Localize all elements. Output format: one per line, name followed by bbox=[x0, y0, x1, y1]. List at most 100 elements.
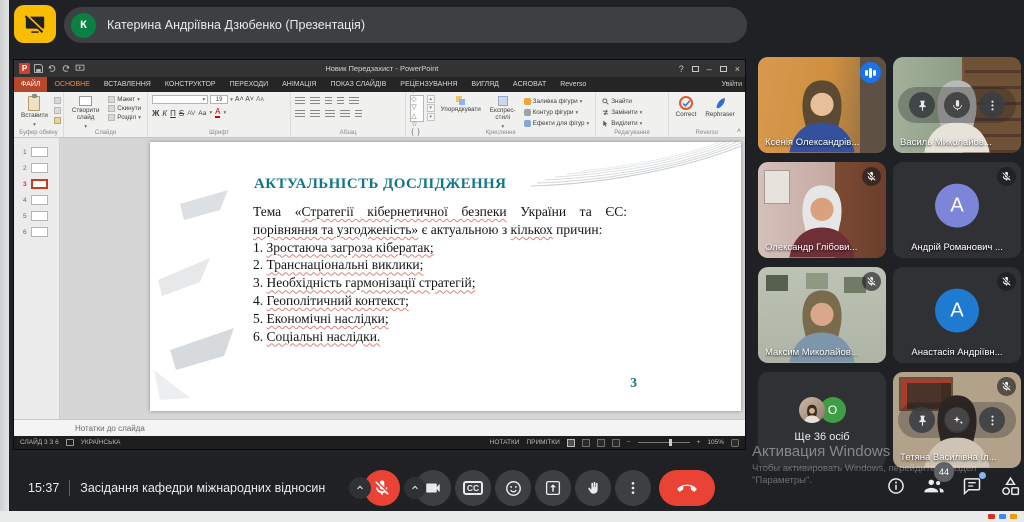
tab-slideshow[interactable]: ПОКАЗ СЛАЙДІВ bbox=[324, 77, 394, 92]
tab-transitions[interactable]: ПЕРЕХОДИ bbox=[223, 77, 276, 92]
bold-button[interactable]: Ж bbox=[152, 109, 159, 118]
slideshow-view-icon[interactable] bbox=[612, 439, 620, 447]
participant-tile-tetiana[interactable]: Тетяна Василівна Іл... bbox=[893, 372, 1021, 468]
arrange-button[interactable]: Упорядкувати bbox=[438, 95, 484, 115]
tab-design[interactable]: КОНСТРУКТОР bbox=[158, 77, 223, 92]
slide-thumbnail-4[interactable]: 4 bbox=[14, 192, 59, 208]
shapes-scroll[interactable]: ▴▾▾ bbox=[427, 95, 435, 121]
more-participants-tile[interactable]: О Ще 36 осіб bbox=[758, 372, 886, 468]
chat-panel-button[interactable] bbox=[960, 474, 984, 498]
redo-icon[interactable] bbox=[61, 64, 71, 73]
more-options-icon[interactable] bbox=[979, 407, 1005, 433]
increase-indent-icon[interactable] bbox=[337, 97, 344, 105]
font-size-input[interactable]: 19 bbox=[210, 95, 228, 104]
align-center-icon[interactable] bbox=[310, 110, 320, 118]
numbering-icon[interactable] bbox=[310, 97, 320, 105]
participant-tile-kseniia[interactable]: Ксенія Олександрів... bbox=[758, 57, 886, 153]
slide-thumbnail-2[interactable]: 2 bbox=[14, 160, 59, 176]
columns-icon[interactable] bbox=[355, 110, 362, 118]
participant-tile-vasyl[interactable]: Василь Миколайов... bbox=[893, 57, 1021, 153]
notes-pane[interactable]: Нотатки до слайда bbox=[14, 419, 745, 436]
strikethrough-button[interactable]: S bbox=[179, 109, 184, 118]
effects-icon[interactable] bbox=[944, 407, 970, 433]
decrease-indent-icon[interactable] bbox=[325, 97, 332, 105]
reactions-button[interactable] bbox=[495, 470, 531, 506]
italic-button[interactable]: К bbox=[162, 109, 167, 118]
cut-icon[interactable] bbox=[54, 97, 61, 104]
close-icon[interactable]: × bbox=[735, 64, 740, 74]
participant-tile-andrii[interactable]: А Андрій Романович ... bbox=[893, 162, 1021, 258]
spellcheck-icon[interactable] bbox=[66, 439, 74, 446]
shape-effects-button[interactable]: Ефекти для фігур▾ bbox=[522, 119, 592, 128]
paste-button[interactable]: Вставити▾ bbox=[18, 95, 51, 129]
slide-thumbnail-6[interactable]: 6 bbox=[14, 224, 59, 240]
zoom-in-icon[interactable]: + bbox=[697, 439, 701, 446]
tab-view[interactable]: ВИГЛЯД bbox=[464, 77, 506, 92]
quick-access-toolbar[interactable]: P bbox=[19, 63, 85, 74]
zoom-slider[interactable] bbox=[638, 442, 690, 443]
minimize-icon[interactable]: – bbox=[707, 64, 712, 74]
tab-insert[interactable]: ВСТАВЛЕННЯ bbox=[97, 77, 158, 92]
tab-animations[interactable]: АНІМАЦІЯ bbox=[275, 77, 323, 92]
captions-button[interactable]: CC bbox=[455, 470, 491, 506]
ribbon-display-options-icon[interactable] bbox=[692, 66, 699, 72]
tab-reverso[interactable]: Reverso bbox=[553, 77, 593, 92]
collapse-ribbon-icon[interactable]: ˄ bbox=[737, 128, 741, 135]
present-button[interactable] bbox=[535, 470, 571, 506]
leave-call-button[interactable] bbox=[659, 470, 715, 506]
section-button[interactable]: Розділ▾ bbox=[106, 113, 143, 122]
copy-icon[interactable] bbox=[54, 107, 61, 114]
align-left-icon[interactable] bbox=[295, 110, 305, 118]
fit-to-window-icon[interactable] bbox=[731, 439, 739, 447]
raise-hand-button[interactable] bbox=[575, 470, 611, 506]
slide-sorter-view-icon[interactable] bbox=[582, 439, 590, 447]
align-right-icon[interactable] bbox=[325, 110, 335, 118]
mic-options-chevron[interactable] bbox=[349, 477, 371, 499]
shape-outline-button[interactable]: Контур фігури▾ bbox=[522, 108, 592, 117]
slide-canvas[interactable]: АКТУАЛЬНІСТЬ ДОСЛІДЖЕННЯ Тема «Стратегії… bbox=[60, 138, 745, 419]
select-button[interactable]: Виділити▾ bbox=[600, 119, 644, 128]
notes-toggle[interactable]: НОТАТКИ bbox=[490, 439, 520, 446]
layout-button[interactable]: Макет▾ bbox=[106, 95, 143, 104]
comments-toggle[interactable]: ПРИМІТКИ bbox=[526, 439, 559, 446]
slide-thumbnail-1[interactable]: 1 bbox=[14, 144, 59, 160]
activities-button[interactable] bbox=[998, 474, 1022, 498]
format-painter-icon[interactable] bbox=[54, 117, 61, 124]
reset-button[interactable]: Скинути bbox=[106, 104, 143, 113]
correct-button[interactable]: Correct bbox=[673, 95, 700, 120]
justify-icon[interactable] bbox=[340, 110, 350, 118]
meeting-details-button[interactable] bbox=[884, 474, 908, 498]
slide[interactable]: АКТУАЛЬНІСТЬ ДОСЛІДЖЕННЯ Тема «Стратегії… bbox=[150, 142, 741, 411]
bullets-icon[interactable] bbox=[295, 97, 305, 105]
shape-fill-button[interactable]: Заливка фігури▾ bbox=[522, 97, 592, 106]
presenter-pill[interactable]: К Катерина Андріївна Дзюбенко (Презентац… bbox=[64, 7, 747, 43]
pin-icon[interactable] bbox=[909, 92, 935, 118]
undo-icon[interactable] bbox=[47, 64, 57, 73]
normal-view-icon[interactable] bbox=[567, 439, 575, 447]
help-icon[interactable]: ? bbox=[679, 64, 684, 74]
presentation-muted-button[interactable] bbox=[14, 5, 56, 43]
tab-file[interactable]: ФАЙЛ bbox=[14, 77, 47, 92]
tab-home[interactable]: ОСНОВНЕ bbox=[47, 77, 96, 92]
participant-tile-oleksandr[interactable]: Олександр Глібови... bbox=[758, 162, 886, 258]
font-name-input[interactable]: ▾ bbox=[152, 95, 208, 104]
zoom-out-icon[interactable]: − bbox=[627, 439, 631, 446]
more-options-icon[interactable] bbox=[979, 92, 1005, 118]
restore-icon[interactable] bbox=[720, 66, 727, 72]
line-spacing-icon[interactable] bbox=[349, 97, 359, 105]
reading-view-icon[interactable] bbox=[597, 439, 605, 447]
sign-in-link[interactable]: Увійти bbox=[722, 77, 745, 92]
new-slide-button[interactable]: Створити слайд▾ bbox=[68, 95, 103, 131]
find-button[interactable]: Знайти bbox=[600, 97, 644, 106]
tab-review[interactable]: РЕЦЕНЗУВАННЯ bbox=[393, 77, 464, 92]
slide-thumbnail-5[interactable]: 5 bbox=[14, 208, 59, 224]
save-icon[interactable] bbox=[34, 64, 43, 73]
participant-tile-anastasiia[interactable]: А Анастасія Андріївн... bbox=[893, 267, 1021, 363]
camera-options-chevron[interactable] bbox=[404, 477, 426, 499]
quick-styles-button[interactable]: Експрес-стилі▾ bbox=[487, 95, 519, 131]
zoom-level[interactable]: 105% bbox=[707, 439, 724, 446]
character-spacing-button[interactable]: AV bbox=[187, 110, 195, 117]
shapes-gallery[interactable]: □ ○ ◇ ▽△ ☆ { } bbox=[410, 95, 423, 122]
mic-icon[interactable] bbox=[944, 92, 970, 118]
slide-thumbnail-3[interactable]: 3 bbox=[14, 176, 59, 192]
